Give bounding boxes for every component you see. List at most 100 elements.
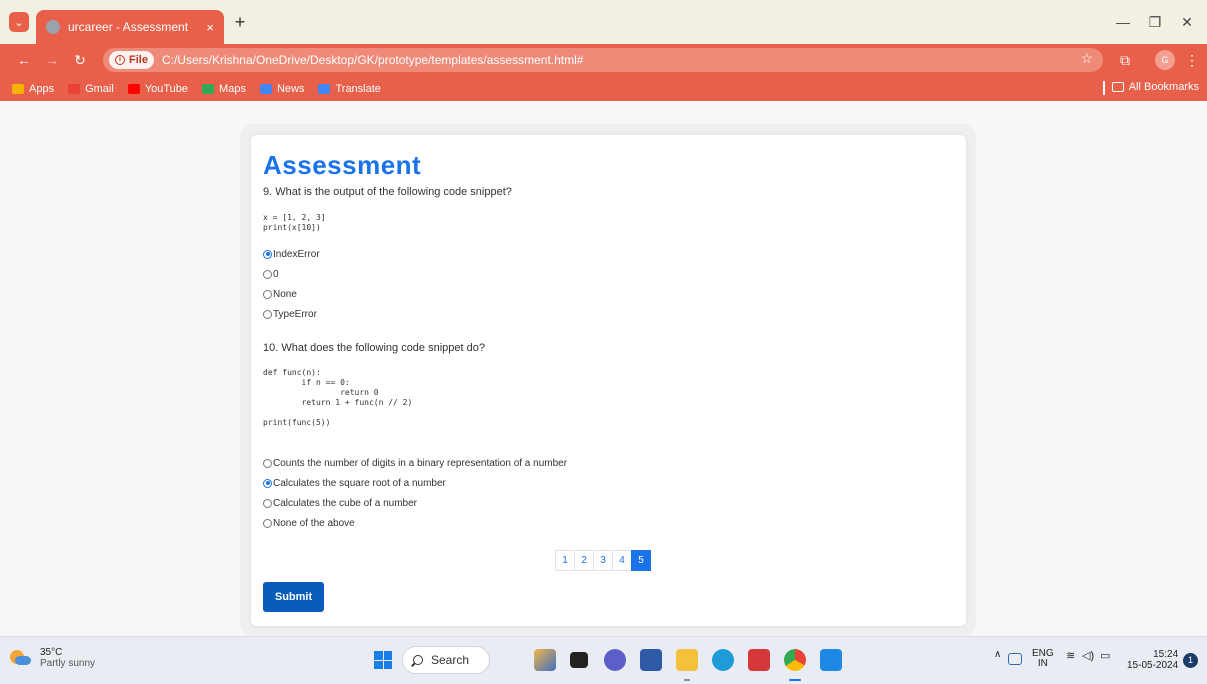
radio-selected[interactable] xyxy=(263,249,272,259)
weather-widget[interactable]: 35°C Partly sunny xyxy=(8,647,95,669)
page-link-3[interactable]: 3 xyxy=(593,550,613,571)
store-app-icon[interactable] xyxy=(640,649,662,671)
bookmark-translate[interactable]: Translate xyxy=(318,82,381,95)
paint-app-icon[interactable] xyxy=(534,649,556,671)
system-clock[interactable]: 15:24 15-05-2024 xyxy=(1127,649,1178,671)
bookmark-gmail[interactable]: Gmail xyxy=(68,83,114,95)
extensions-puzzle-icon[interactable]: ⧉ xyxy=(1115,50,1135,70)
file-explorer-icon[interactable] xyxy=(676,649,698,671)
volume-icon[interactable]: ◁) xyxy=(1082,649,1094,662)
weather-description: Partly sunny xyxy=(40,658,96,669)
bookmark-youtube[interactable]: YouTube xyxy=(127,82,189,95)
bookmark-news[interactable]: News xyxy=(259,82,305,95)
edge-browser-icon[interactable] xyxy=(712,649,734,671)
more-menu-icon[interactable]: ⋮ xyxy=(1182,50,1202,70)
teams-chat-icon[interactable] xyxy=(604,649,626,671)
radio[interactable] xyxy=(263,269,272,279)
language-indicator[interactable]: ENG IN xyxy=(1032,649,1054,669)
windows-start-icon[interactable] xyxy=(374,651,392,669)
back-arrow-icon[interactable]: ← xyxy=(14,50,34,70)
forward-arrow-icon[interactable]: → xyxy=(42,50,62,70)
bookmark-label: Maps xyxy=(219,82,246,95)
mcafee-icon[interactable] xyxy=(748,649,770,671)
vscode-icon[interactable] xyxy=(820,649,842,671)
option-typeerror[interactable]: TypeError xyxy=(263,307,317,321)
all-bookmarks-button[interactable]: All Bookmarks xyxy=(1111,81,1199,93)
active-tab[interactable]: urcareer - Assessment × xyxy=(36,10,224,44)
new-tab-button[interactable]: + xyxy=(230,12,250,32)
radio[interactable] xyxy=(263,458,272,468)
tab-title: urcareer - Assessment xyxy=(68,20,189,34)
restore-icon[interactable]: ❐ xyxy=(1140,12,1170,32)
option-square-root[interactable]: Calculates the square root of a number xyxy=(263,476,446,490)
region-code: IN xyxy=(1037,658,1048,669)
browser-toolbar: ← → ↻ i File C:/Users/Krishna/OneDrive/D… xyxy=(0,44,1207,76)
minimize-icon[interactable]: — xyxy=(1108,12,1138,32)
question-10-text: 10. What does the following code snippet… xyxy=(263,342,485,354)
site-info-chip[interactable]: i File xyxy=(109,51,154,69)
globe-icon xyxy=(46,20,60,34)
running-indicator xyxy=(684,679,690,681)
option-label: TypeError xyxy=(273,308,317,320)
profile-avatar[interactable]: G xyxy=(1155,50,1175,70)
address-bar[interactable]: i File C:/Users/Krishna/OneDrive/Desktop… xyxy=(103,48,1103,72)
option-label: Counts the number of digits in a binary … xyxy=(273,457,568,469)
folder-icon xyxy=(1111,82,1124,92)
close-window-icon[interactable]: ✕ xyxy=(1172,12,1202,32)
terminal-app-icon[interactable] xyxy=(570,652,588,668)
option-cube[interactable]: Calculates the cube of a number xyxy=(263,496,417,510)
bookmark-star-icon[interactable]: ☆ xyxy=(1080,50,1093,67)
url-text[interactable]: C:/Users/Krishna/OneDrive/Desktop/GK/pro… xyxy=(162,53,584,67)
page-link-2[interactable]: 2 xyxy=(574,550,594,571)
radio[interactable] xyxy=(263,518,272,528)
option-counts-binary-digits[interactable]: Counts the number of digits in a binary … xyxy=(263,456,567,470)
page-link-4[interactable]: 4 xyxy=(612,550,632,571)
gmail-icon xyxy=(68,83,81,94)
option-label: IndexError xyxy=(273,248,320,260)
bookmark-maps[interactable]: Maps xyxy=(202,83,246,95)
apps-grid-icon xyxy=(12,83,24,94)
assessment-card: Assessment 9. What is the output of the … xyxy=(251,135,966,626)
clock-date: 15-05-2024 xyxy=(1127,660,1179,671)
chevron-up-icon[interactable]: ∧ xyxy=(994,649,1001,660)
pagination: 1 2 3 4 5 xyxy=(555,550,651,571)
search-icon xyxy=(413,655,423,665)
option-indexerror[interactable]: IndexError xyxy=(263,247,320,261)
submit-button[interactable]: Submit xyxy=(263,582,324,612)
notification-badge[interactable]: 1 xyxy=(1183,653,1198,668)
option-zero[interactable]: 0 xyxy=(263,267,279,281)
windows-taskbar: 35°C Partly sunny Search ∧ ENG IN ≋ ◁) ▭… xyxy=(0,636,1207,684)
partly-sunny-icon xyxy=(8,648,32,668)
page-link-1[interactable]: 1 xyxy=(555,550,575,571)
wifi-icon[interactable]: ≋ xyxy=(1066,649,1075,662)
bookmark-apps[interactable]: Apps xyxy=(12,83,54,95)
meet-now-icon[interactable] xyxy=(1008,653,1022,665)
page-title: Assessment xyxy=(263,150,422,180)
radio[interactable] xyxy=(263,498,272,508)
bookmark-label: YouTube xyxy=(144,82,189,95)
bookmark-label: Translate xyxy=(335,82,381,95)
option-label: None xyxy=(273,288,297,300)
option-none-of-above[interactable]: None of the above xyxy=(263,516,355,530)
file-chip-label: File xyxy=(129,54,148,66)
tab-close-button[interactable]: × xyxy=(206,20,214,35)
bookmark-label: News xyxy=(276,82,305,95)
news-icon xyxy=(259,83,272,94)
info-icon: i xyxy=(115,55,125,65)
question-9-code: x = [1, 2, 3] print(x[10]) xyxy=(263,213,326,232)
chrome-browser-icon[interactable] xyxy=(784,649,806,671)
reload-icon[interactable]: ↻ xyxy=(70,50,90,70)
page-link-5-current[interactable]: 5 xyxy=(631,550,651,571)
radio[interactable] xyxy=(263,289,272,299)
question-9-text: 9. What is the output of the following c… xyxy=(263,186,512,198)
taskbar-search[interactable]: Search xyxy=(402,646,490,674)
bookmark-label: Gmail xyxy=(85,82,114,95)
tab-search-chevron-icon[interactable]: ⌄ xyxy=(9,12,29,32)
radio-selected[interactable] xyxy=(263,478,272,488)
option-label: Calculates the cube of a number xyxy=(273,497,417,509)
option-none[interactable]: None xyxy=(263,287,297,301)
battery-icon[interactable]: ▭ xyxy=(1100,649,1110,662)
radio[interactable] xyxy=(263,309,272,319)
option-label: 0 xyxy=(273,268,279,280)
active-indicator xyxy=(789,679,801,681)
